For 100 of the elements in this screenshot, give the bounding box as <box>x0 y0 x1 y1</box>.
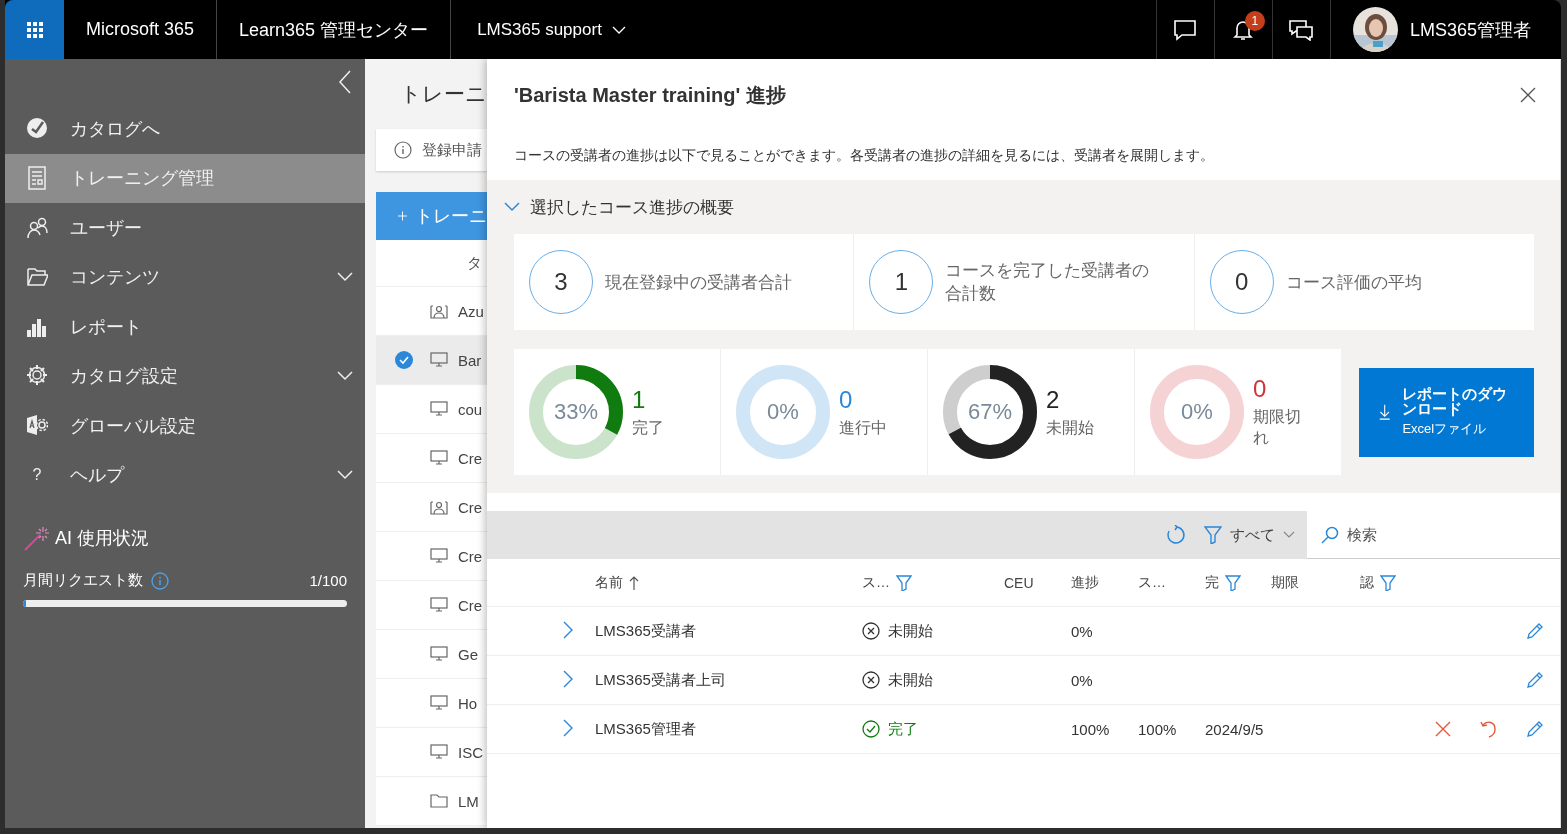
expand-button[interactable] <box>561 719 575 739</box>
nav-item[interactable]: カタログ設定 <box>5 351 365 401</box>
info-icon[interactable] <box>151 571 169 590</box>
progress-cell-text: 100% <box>1071 720 1111 738</box>
donut-count: 1 <box>632 385 647 414</box>
donut-percent: 0% <box>1181 401 1213 423</box>
nav-item[interactable]: ユーザー <box>5 203 365 253</box>
user-name: LMS365管理者 <box>1409 18 1531 42</box>
document-icon <box>26 166 48 191</box>
column-header[interactable]: ス… <box>1138 573 1166 592</box>
status-text: 未開始 <box>888 670 933 690</box>
list-row[interactable]: Bar <box>376 336 487 385</box>
refresh-button[interactable] <box>1166 525 1186 545</box>
meter-label: 月間リクエスト数 <box>23 571 143 590</box>
date-cell-text: 2024/9/5 <box>1205 720 1265 738</box>
filter-icon <box>1204 526 1222 544</box>
speech-bubble-icon <box>1173 18 1198 41</box>
page-title: トレーニ <box>399 81 487 107</box>
status-text: 完了 <box>888 719 918 739</box>
donut-count: 2 <box>1046 385 1061 414</box>
status-text: 未開始 <box>888 621 933 641</box>
gear-document-icon <box>26 413 48 438</box>
two-speech-bubbles-icon <box>1288 18 1315 41</box>
row-title: LM <box>458 792 479 810</box>
nav-item[interactable]: カタログへ <box>5 104 365 154</box>
row-title: Ge <box>458 645 478 663</box>
row-title: ISC <box>458 743 483 761</box>
row-title: Cre <box>458 498 483 516</box>
column-header[interactable]: 認 <box>1360 573 1374 592</box>
person-frame-icon <box>430 303 448 319</box>
checkmark-icon[interactable] <box>395 351 413 369</box>
chevron-down-icon <box>611 25 626 34</box>
magic-wand-icon <box>23 525 49 551</box>
column-header[interactable]: ス… <box>862 573 890 592</box>
download-report-button[interactable]: レポートのダウンロード Excelファイル <box>1359 367 1534 457</box>
filter-dropdown[interactable]: すべて <box>1204 525 1295 545</box>
edit-button[interactable] <box>1526 622 1544 640</box>
close-button[interactable] <box>1520 87 1536 103</box>
reset-button[interactable] <box>1480 720 1498 738</box>
learner-name: LMS365受講者上司 <box>595 670 727 690</box>
column-header[interactable]: 期限 <box>1271 573 1299 592</box>
stat-label: コースを完了した受講者の合計数 <box>945 260 1151 305</box>
info-icon <box>394 141 412 159</box>
column-header[interactable]: 名前 <box>595 573 623 592</box>
row-title: Cre <box>458 547 483 565</box>
monitor-icon <box>430 548 448 564</box>
row-title: Ho <box>458 694 478 712</box>
donut-label: 完了 <box>632 417 665 438</box>
filter-icon[interactable] <box>1225 574 1241 591</box>
delete-button[interactable] <box>1434 720 1452 738</box>
column-header[interactable]: CEU <box>1004 574 1034 591</box>
notification-badge: 1 <box>1244 11 1265 31</box>
edit-button[interactable] <box>1526 671 1544 689</box>
app-launcher-button[interactable] <box>5 0 64 59</box>
donut-percent: 33% <box>554 401 598 423</box>
collapse-button[interactable] <box>339 69 351 94</box>
stat-label: コース評価の平均 <box>1285 271 1423 294</box>
edit-button[interactable] <box>1526 720 1544 738</box>
monitor-icon <box>430 646 448 662</box>
column-header[interactable]: 完 <box>1205 573 1219 592</box>
monitor-icon <box>430 401 448 417</box>
tenant-dropdown[interactable]: LMS365 support <box>451 0 652 59</box>
monitor-icon <box>430 450 448 466</box>
meter-reading: 1/100 <box>309 572 347 589</box>
summary-toggle[interactable]: 選択したコース進捗の概要 <box>504 180 734 234</box>
filter-icon[interactable] <box>1380 574 1396 591</box>
expand-button[interactable] <box>561 670 575 690</box>
progress-cell-text: 0% <box>1071 622 1094 640</box>
ai-usage-title: AI 使用状況 <box>55 527 149 550</box>
row-title: cou <box>458 400 483 418</box>
monitor-icon <box>430 352 448 368</box>
row-title: Azu <box>458 302 484 320</box>
column-header: タ <box>467 253 482 273</box>
row-title: Cre <box>458 449 483 467</box>
donut-label: 未開始 <box>1046 417 1095 438</box>
row-title: Bar <box>458 351 482 369</box>
grid-icon <box>26 21 43 38</box>
banner-text: 登録申請 <box>422 140 482 160</box>
stat-label: 現在登録中の受講者合計 <box>605 271 793 294</box>
monitor-icon <box>430 695 448 711</box>
expand-button[interactable] <box>561 621 575 641</box>
monitor-icon <box>430 744 448 760</box>
bell-icon <box>1233 18 1254 41</box>
search-icon <box>1321 526 1339 544</box>
nav-item[interactable]: ? ヘルプ <box>5 450 365 500</box>
column-header[interactable]: 進捗 <box>1071 573 1099 592</box>
donut-percent: 67% <box>968 401 1012 423</box>
search-field[interactable]: 検索 <box>1307 511 1560 559</box>
folder-icon <box>430 793 448 809</box>
nav-item[interactable]: グローバル設定 <box>5 401 365 451</box>
progress-cell-text: 0% <box>1071 671 1094 689</box>
nav-item[interactable]: コンテンツ <box>5 252 365 302</box>
donut-percent: 0% <box>767 401 799 423</box>
donut-label: 期限切れ <box>1253 407 1302 448</box>
chevron-down-icon <box>1283 531 1295 539</box>
filter-icon[interactable] <box>896 574 912 591</box>
nav-item[interactable]: レポート <box>5 302 365 352</box>
help-icon: ? <box>22 462 52 489</box>
score-cell-text: 100% <box>1138 720 1178 738</box>
panel-title: 'Barista Master training' 進捗 <box>514 82 787 108</box>
